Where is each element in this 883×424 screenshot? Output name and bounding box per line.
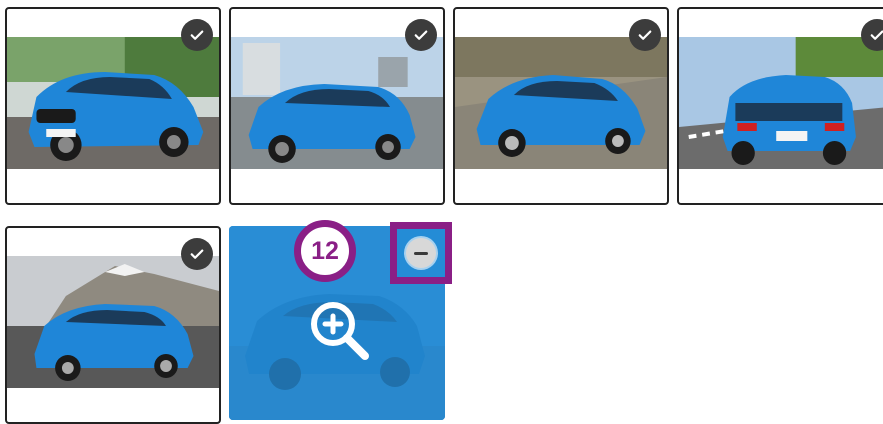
check-icon[interactable] xyxy=(181,238,213,270)
car-photo xyxy=(455,37,667,169)
photo-card-5[interactable] xyxy=(5,226,221,424)
photo-card-2[interactable] xyxy=(229,7,445,205)
car-photo xyxy=(679,37,883,169)
check-icon[interactable] xyxy=(629,19,661,51)
car-photo xyxy=(231,37,443,169)
check-icon[interactable] xyxy=(181,19,213,51)
zoom-in-icon[interactable] xyxy=(305,296,375,366)
photo-card-1[interactable] xyxy=(5,7,221,205)
photo-card-4[interactable] xyxy=(677,7,883,205)
car-photo xyxy=(7,256,219,388)
check-icon[interactable] xyxy=(405,19,437,51)
remove-highlight xyxy=(390,222,452,284)
selection-count: 12 xyxy=(311,236,339,265)
photo-card-3[interactable] xyxy=(453,7,669,205)
minus-circle-icon[interactable] xyxy=(406,238,436,268)
selection-count-badge: 12 xyxy=(294,220,356,282)
car-photo xyxy=(7,37,219,169)
